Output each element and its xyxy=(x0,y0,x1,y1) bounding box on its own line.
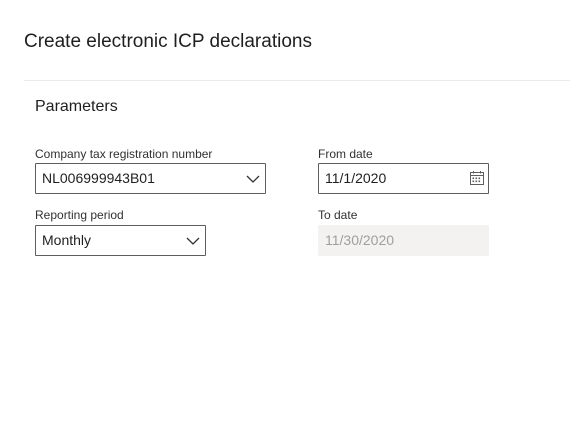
company-tax-registration-dropdown[interactable]: NL006999943B01 xyxy=(35,163,266,194)
header-divider xyxy=(24,80,570,81)
chevron-down-icon[interactable] xyxy=(185,235,201,247)
company-tax-registration-value: NL006999943B01 xyxy=(42,170,155,186)
to-date-input: 11/30/2020 xyxy=(318,225,489,256)
calendar-icon[interactable] xyxy=(469,170,485,186)
chevron-down-icon[interactable] xyxy=(245,173,261,185)
reporting-period-label: Reporting period xyxy=(35,208,124,222)
company-tax-registration-label: Company tax registration number xyxy=(35,147,213,161)
to-date-label: To date xyxy=(318,208,358,222)
from-date-label: From date xyxy=(318,147,373,161)
dialog-title: Create electronic ICP declarations xyxy=(24,31,312,52)
to-date-value: 11/30/2020 xyxy=(325,232,395,248)
reporting-period-dropdown[interactable]: Monthly xyxy=(35,225,206,256)
reporting-period-value: Monthly xyxy=(42,232,92,248)
from-date-value: 11/1/2020 xyxy=(325,170,387,186)
parameters-section-title: Parameters xyxy=(35,98,118,115)
from-date-input[interactable]: 11/1/2020 xyxy=(318,163,489,194)
create-icp-dialog: Create electronic ICP declarations Param… xyxy=(0,0,570,436)
